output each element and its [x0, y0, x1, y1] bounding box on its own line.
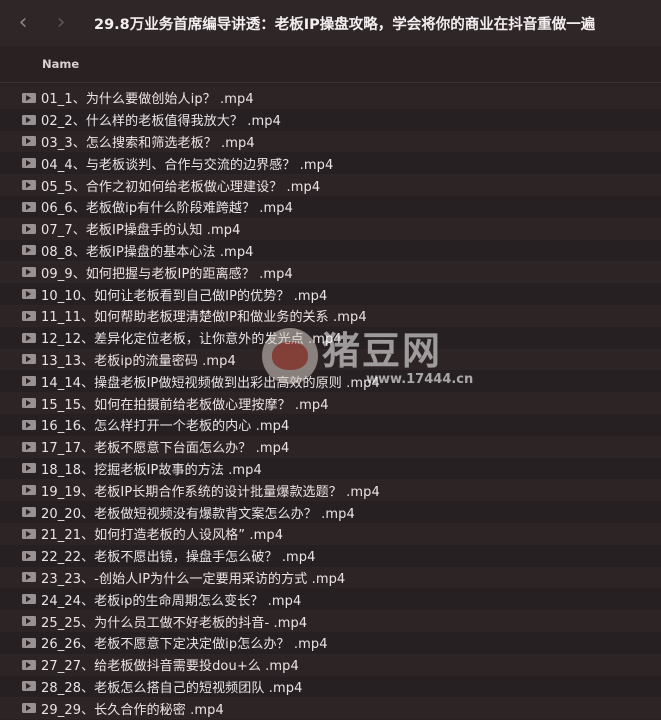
- video-file-icon: [22, 594, 36, 605]
- video-file-icon: [22, 354, 36, 365]
- file-row[interactable]: 16_16、怎么样打开一个老板的内心 .mp4: [0, 413, 661, 436]
- file-row[interactable]: 20_20、老板做短视频没有爆款背文案怎么办？ .mp4: [0, 501, 661, 523]
- file-row[interactable]: 14_14、操盘老板IP做短视频做到出彩出高效的原则 .mp4: [0, 370, 661, 393]
- video-file-icon: [22, 114, 36, 125]
- file-row[interactable]: 07_7、老板IP操盘手的认知 .mp4: [0, 217, 661, 240]
- column-header-row: Name: [0, 46, 661, 83]
- video-file-icon: [22, 158, 36, 169]
- file-row[interactable]: 21_21、如何打造老板的人设风格” .mp4: [0, 522, 661, 545]
- file-name: 13_13、老板ip的流量密码 .mp4: [41, 353, 236, 369]
- video-file-icon: [22, 201, 36, 212]
- file-name: 11_11、如何帮助老板理清楚做IP和做业务的关系 .mp4: [41, 310, 367, 326]
- file-row[interactable]: 26_26、老板不愿意下定决定做ip怎么办？ .mp4: [0, 631, 661, 654]
- file-row[interactable]: 05_5、合作之初如何给老板做心理建设？ .mp4: [0, 174, 661, 196]
- file-name: 22_22、老板不愿出镜，操盘手怎么破？ .mp4: [41, 550, 316, 566]
- file-row[interactable]: 09_9、如何把握与老板IP的距离感？ .mp4: [0, 261, 661, 284]
- video-file-icon: [22, 310, 36, 321]
- video-file-icon: [22, 485, 36, 496]
- file-row[interactable]: 02_2、什么样的老板值得我放大？ .mp4: [0, 108, 661, 131]
- file-row[interactable]: 03_3、怎么搜索和筛选老板？ .mp4: [0, 130, 661, 153]
- video-file-icon: [22, 376, 36, 387]
- file-name: 07_7、老板IP操盘手的认知 .mp4: [41, 223, 241, 239]
- video-file-icon: [22, 419, 36, 430]
- file-name: 25_25、为什么员工做不好老板的抖音- .mp4: [41, 615, 308, 631]
- file-list: 01_1、为什么要做创始人ip？ .mp4 02_2、什么样的老板值得我放大？ .…: [0, 87, 661, 720]
- file-name: 18_18、挖掘老板IP故事的方法 .mp4: [41, 462, 262, 478]
- chevron-left-icon[interactable]: ‹: [12, 12, 34, 34]
- chevron-right-icon[interactable]: ›: [50, 12, 72, 34]
- file-name: 12_12、差异化定位老板，让你意外的发光点 .mp4: [41, 332, 342, 348]
- file-row[interactable]: 29_29、长久合作的秘密 .mp4: [0, 697, 661, 720]
- video-file-icon: [22, 616, 36, 627]
- video-file-icon: [22, 703, 36, 714]
- file-name: 20_20、老板做短视频没有爆款背文案怎么办？ .mp4: [41, 506, 355, 522]
- file-name: 08_8、老板IP操盘的基本心法 .mp4: [41, 244, 254, 260]
- file-name: 04_4、与老板谈判、合作与交流的边界感？ .mp4: [41, 157, 334, 173]
- video-file-icon: [22, 267, 36, 278]
- file-name: 09_9、如何把握与老板IP的距离感？ .mp4: [41, 266, 293, 282]
- video-file-icon: [22, 92, 36, 103]
- file-name: 21_21、如何打造老板的人设风格” .mp4: [41, 528, 284, 544]
- file-name: 01_1、为什么要做创始人ip？ .mp4: [41, 92, 254, 108]
- file-name: 14_14、操盘老板IP做短视频做到出彩出高效的原则 .mp4: [41, 375, 380, 391]
- file-browser-window: ‹ › 29.8万业务首席编导讲透：老板IP操盘攻略，学会将你的商业在抖音重做一…: [0, 0, 661, 720]
- file-row[interactable]: 23_23、-创始人IP为什么一定要用采访的方式 .mp4: [0, 566, 661, 589]
- video-file-icon: [22, 245, 36, 256]
- video-file-icon: [22, 180, 36, 191]
- file-row[interactable]: 01_1、为什么要做创始人ip？ .mp4: [0, 87, 661, 109]
- video-file-icon: [22, 681, 36, 692]
- window-title: 29.8万业务首席编导讲透：老板IP操盘攻略，学会将你的商业在抖音重做一遍: [94, 16, 596, 33]
- file-row[interactable]: 08_8、老板IP操盘的基本心法 .mp4: [0, 239, 661, 262]
- file-name: 02_2、什么样的老板值得我放大？ .mp4: [41, 114, 281, 130]
- file-row[interactable]: 25_25、为什么员工做不好老板的抖音- .mp4: [0, 610, 661, 632]
- video-file-icon: [22, 136, 36, 147]
- video-file-icon: [22, 659, 36, 670]
- video-file-icon: [22, 572, 36, 583]
- video-file-icon: [22, 550, 36, 561]
- column-header-name[interactable]: Name: [42, 57, 79, 71]
- video-file-icon: [22, 441, 36, 452]
- file-name: 19_19、老板IP长期合作系统的设计批量爆款选题？ .mp4: [41, 484, 380, 500]
- video-file-icon: [22, 332, 36, 343]
- video-file-icon: [22, 507, 36, 518]
- file-name: 03_3、怎么搜索和筛选老板？ .mp4: [41, 135, 255, 151]
- file-row[interactable]: 17_17、老板不愿意下台面怎么办？ .mp4: [0, 435, 661, 458]
- file-row[interactable]: 28_28、老板怎么搭自己的短视频团队 .mp4: [0, 675, 661, 698]
- file-row[interactable]: 13_13、老板ip的流量密码 .mp4: [0, 348, 661, 371]
- file-row[interactable]: 15_15、如何在拍摄前给老板做心理按摩？ .mp4: [0, 392, 661, 414]
- file-name: 15_15、如何在拍摄前给老板做心理按摩？ .mp4: [41, 397, 329, 413]
- file-row[interactable]: 18_18、挖掘老板IP故事的方法 .mp4: [0, 457, 661, 480]
- video-file-icon: [22, 463, 36, 474]
- file-name: 16_16、怎么样打开一个老板的内心 .mp4: [41, 419, 290, 435]
- file-row[interactable]: 06_6、老板做ip有什么阶段难跨越？ .mp4: [0, 195, 661, 218]
- video-file-icon: [22, 528, 36, 539]
- file-row[interactable]: 24_24、老板ip的生命周期怎么变长？ .mp4: [0, 588, 661, 611]
- file-row[interactable]: 04_4、与老板谈判、合作与交流的边界感？ .mp4: [0, 152, 661, 175]
- file-name: 17_17、老板不愿意下台面怎么办？ .mp4: [41, 441, 290, 457]
- video-file-icon: [22, 289, 36, 300]
- file-row[interactable]: 19_19、老板IP长期合作系统的设计批量爆款选题？ .mp4: [0, 479, 661, 502]
- video-file-icon: [22, 398, 36, 409]
- file-name: 24_24、老板ip的生命周期怎么变长？ .mp4: [41, 593, 302, 609]
- file-name: 23_23、-创始人IP为什么一定要用采访的方式 .mp4: [41, 571, 346, 587]
- file-name: 10_10、如何让老板看到自己做IP的优势？ .mp4: [41, 288, 328, 304]
- file-row[interactable]: 11_11、如何帮助老板理清楚做IP和做业务的关系 .mp4: [0, 304, 661, 327]
- file-row[interactable]: 27_27、给老板做抖音需要投dou+么 .mp4: [0, 653, 661, 676]
- file-name: 05_5、合作之初如何给老板做心理建设？ .mp4: [41, 179, 321, 195]
- file-row[interactable]: 22_22、老板不愿出镜，操盘手怎么破？ .mp4: [0, 544, 661, 567]
- video-file-icon: [22, 637, 36, 648]
- file-name: 06_6、老板做ip有什么阶段难跨越？ .mp4: [41, 201, 294, 217]
- file-name: 27_27、给老板做抖音需要投dou+么 .mp4: [41, 659, 299, 675]
- video-file-icon: [22, 223, 36, 234]
- file-name: 26_26、老板不愿意下定决定做ip怎么办？ .mp4: [41, 637, 328, 653]
- file-name: 28_28、老板怎么搭自己的短视频团队 .mp4: [41, 680, 303, 696]
- file-row[interactable]: 12_12、差异化定位老板，让你意外的发光点 .mp4: [0, 326, 661, 349]
- file-row[interactable]: 10_10、如何让老板看到自己做IP的优势？ .mp4: [0, 283, 661, 305]
- title-bar: ‹ › 29.8万业务首席编导讲透：老板IP操盘攻略，学会将你的商业在抖音重做一…: [0, 0, 661, 46]
- file-name: 29_29、长久合作的秘密 .mp4: [41, 702, 224, 718]
